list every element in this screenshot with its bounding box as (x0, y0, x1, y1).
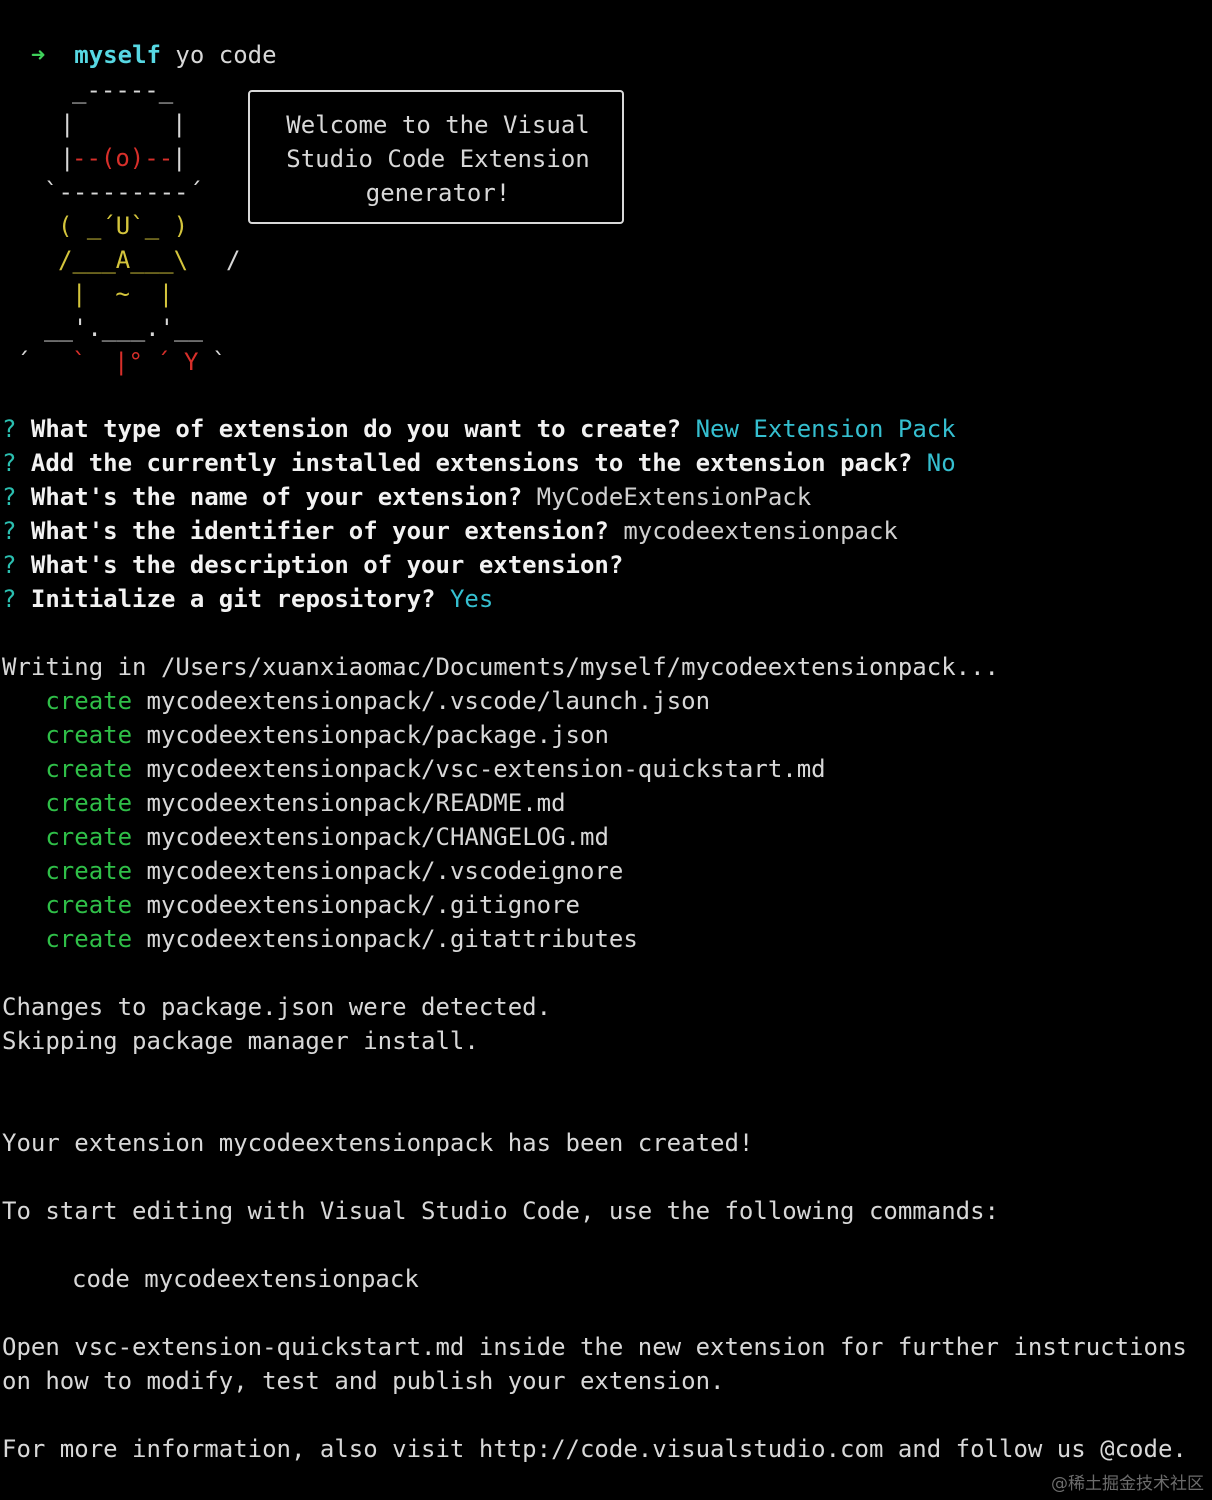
question-text: What's the description of your extension… (30, 551, 624, 579)
art-row-2b: | (172, 110, 187, 138)
question-mark-icon: ? (2, 449, 17, 477)
create-path: mycodeextensionpack/.gitignore (146, 891, 580, 919)
code-command[interactable]: code mycodeextensionpack (72, 1262, 419, 1296)
question-answer: New Extension Pack (695, 415, 956, 443)
prompt-directory: myself (74, 41, 161, 69)
create-line: create mycodeextensionpack/.vscodeignore (2, 854, 623, 888)
art-row-8: __'.___.'__ (44, 314, 203, 342)
question-text: What's the identifier of your extension? (30, 517, 609, 545)
art-row-4: `---------´ (44, 178, 203, 206)
question-line: ? What's the name of your extension? MyC… (2, 480, 811, 514)
create-label: create (45, 721, 133, 749)
create-path: mycodeextensionpack/CHANGELOG.md (146, 823, 609, 851)
writing-status: Writing in /Users/xuanxiaomac/Documents/… (2, 653, 999, 681)
create-label: create (45, 823, 133, 851)
create-line: create mycodeextensionpack/package.json (2, 718, 609, 752)
create-path: mycodeextensionpack/package.json (146, 721, 609, 749)
art-row-9b: ` (72, 348, 87, 376)
welcome-line-1: Welcome to the Visual (286, 111, 590, 139)
question-text: What type of extension do you want to cr… (30, 415, 682, 443)
create-label: create (45, 857, 133, 885)
create-path: mycodeextensionpack/README.md (146, 789, 566, 817)
question-text: What's the name of your extension? (30, 483, 523, 511)
create-label: create (45, 755, 133, 783)
open-quickstart-message: Open vsc-extension-quickstart.md inside … (2, 1333, 1187, 1361)
question-line: ? What's the description of your extensi… (2, 548, 638, 582)
question-answer: No (926, 449, 956, 477)
prompt-arrow-icon: ➜ (30, 41, 46, 69)
open-quickstart-message-continued: on how to modify, test and publish your … (2, 1367, 725, 1395)
prompt-command: yo code (175, 41, 277, 69)
art-row-9e: Y (184, 348, 199, 376)
question-text: Add the currently installed extensions t… (30, 449, 913, 477)
start-editing-message: To start editing with Visual Studio Code… (2, 1197, 999, 1225)
create-line: create mycodeextensionpack/.vscode/launc… (2, 684, 710, 718)
art-row-5: ( _´U`_ ) (58, 212, 189, 240)
question-text: Initialize a git repository? (30, 585, 436, 613)
watermark-logo: @稀土掘金技术社区 (1051, 1474, 1204, 1494)
question-line: ? Add the currently installed extensions… (2, 446, 956, 480)
create-line: create mycodeextensionpack/.gitattribute… (2, 922, 638, 956)
question-mark-icon: ? (2, 415, 17, 443)
question-mark-icon: ? (2, 483, 17, 511)
create-label: create (45, 891, 133, 919)
welcome-box: Welcome to the Visual Studio Code Extens… (248, 90, 624, 224)
welcome-line-3: generator! (365, 179, 511, 207)
create-line: create mycodeextensionpack/CHANGELOG.md (2, 820, 609, 854)
prompt-line: ➜ myself yo code (2, 4, 277, 69)
question-answer: Yes (449, 585, 494, 613)
art-row-9a: ´ (16, 348, 31, 376)
art-row-6: /___A___\ (58, 246, 189, 274)
more-information-message: For more information, also visit http://… (2, 1435, 1187, 1463)
extension-created-message: Your extension mycodeextensionpack has b… (2, 1129, 754, 1157)
create-line: create mycodeextensionpack/vsc-extension… (2, 752, 826, 786)
create-label: create (45, 789, 133, 817)
create-path: mycodeextensionpack/.vscode/launch.json (146, 687, 711, 715)
question-line: ? What type of extension do you want to … (2, 412, 956, 446)
art-row-3b: --(o)-- (72, 144, 174, 172)
question-mark-icon: ? (2, 585, 17, 613)
art-row-9d: ´ (156, 348, 171, 376)
question-line: ? Initialize a git repository? Yes (2, 582, 493, 616)
art-row-9f: ` (212, 348, 227, 376)
art-row-2a: | (60, 110, 75, 138)
skipping-install-message: Skipping package manager install. (2, 1027, 479, 1055)
question-answer: MyCodeExtensionPack (536, 483, 812, 511)
question-mark-icon: ? (2, 551, 17, 579)
create-path: mycodeextensionpack/.vscodeignore (146, 857, 624, 885)
question-answer: mycodeextensionpack (623, 517, 898, 545)
create-line: create mycodeextensionpack/README.md (2, 786, 566, 820)
create-path: mycodeextensionpack/vsc-extension-quicks… (146, 755, 826, 783)
question-line: ? What's the identifier of your extensio… (2, 514, 898, 548)
create-label: create (45, 687, 133, 715)
create-label: create (45, 925, 133, 953)
create-line: create mycodeextensionpack/.gitignore (2, 888, 580, 922)
welcome-line-2: Studio Code Extension (286, 145, 590, 173)
art-row-7: | ~ | (72, 280, 174, 308)
create-path: mycodeextensionpack/.gitattributes (146, 925, 638, 953)
question-mark-icon: ? (2, 517, 17, 545)
art-row-1: _-----_ (72, 76, 174, 104)
changes-detected-message: Changes to package.json were detected. (2, 993, 552, 1021)
art-row-6b: / (226, 246, 241, 274)
art-row-9c: |° (114, 348, 143, 376)
art-row-3c: | (172, 144, 187, 172)
